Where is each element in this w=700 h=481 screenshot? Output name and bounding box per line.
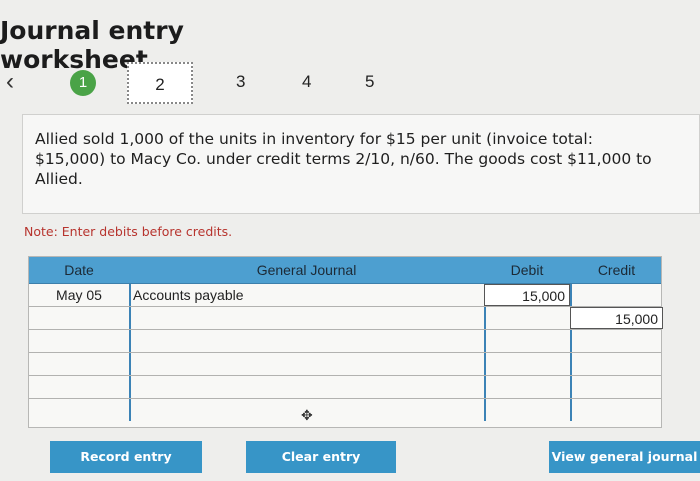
table-row — [29, 399, 661, 421]
column-header-general-journal: General Journal — [256, 262, 357, 278]
debit-input[interactable] — [484, 353, 570, 375]
debit-input[interactable] — [484, 307, 570, 329]
date-cell[interactable] — [29, 399, 129, 421]
date-cell[interactable] — [29, 353, 129, 375]
debit-input[interactable]: 15,000 — [484, 284, 570, 306]
journal-entry-table: Date General Journal Debit Credit May 05… — [28, 256, 663, 428]
credit-input[interactable] — [570, 330, 663, 352]
column-header-credit: Credit — [597, 262, 636, 278]
column-header-date: Date — [64, 262, 94, 278]
account-input[interactable] — [129, 330, 484, 352]
table-row: May 05 Accounts payable 15,000 — [29, 284, 661, 307]
column-header-debit: Debit — [510, 262, 544, 278]
date-cell[interactable] — [29, 330, 129, 352]
view-general-journal-button[interactable]: View general journal — [549, 441, 700, 473]
table-row — [29, 353, 661, 376]
step-1-done[interactable]: 1 — [70, 70, 96, 96]
step-3[interactable]: 3 — [236, 72, 245, 92]
clear-entry-button[interactable]: Clear entry — [246, 441, 396, 473]
credit-input[interactable] — [570, 284, 663, 306]
account-input[interactable]: Accounts payable — [129, 284, 484, 306]
credit-input[interactable]: 15,000 — [570, 307, 663, 329]
date-cell[interactable] — [29, 376, 129, 398]
credit-input[interactable] — [570, 353, 663, 375]
credit-input[interactable] — [570, 399, 663, 421]
debit-input[interactable] — [484, 399, 570, 421]
account-input[interactable] — [129, 353, 484, 375]
table-row — [29, 330, 661, 353]
account-input[interactable] — [129, 307, 484, 329]
date-cell[interactable] — [29, 307, 129, 329]
transaction-description: Allied sold 1,000 of the units in invent… — [35, 130, 652, 188]
table-header: Date General Journal Debit Credit — [29, 257, 661, 284]
mouse-cursor-icon: ✥ — [301, 407, 313, 423]
transaction-description-box: Allied sold 1,000 of the units in invent… — [22, 114, 700, 214]
credit-input[interactable] — [570, 376, 663, 398]
record-entry-button[interactable]: Record entry — [50, 441, 202, 473]
back-chevron-icon[interactable]: ‹ — [6, 68, 14, 96]
debit-input[interactable] — [484, 376, 570, 398]
step-5[interactable]: 5 — [365, 72, 374, 92]
step-2-current[interactable]: 2 — [127, 62, 193, 104]
entry-note: Note: Enter debits before credits. — [24, 224, 233, 239]
date-cell[interactable]: May 05 — [29, 284, 129, 306]
account-input[interactable] — [129, 376, 484, 398]
table-row: 15,000 — [29, 307, 663, 330]
debit-input[interactable] — [484, 330, 570, 352]
table-row — [29, 376, 661, 399]
step-4[interactable]: 4 — [302, 72, 311, 92]
step-navigator: ‹ 1 2 3 4 5 — [0, 62, 700, 106]
